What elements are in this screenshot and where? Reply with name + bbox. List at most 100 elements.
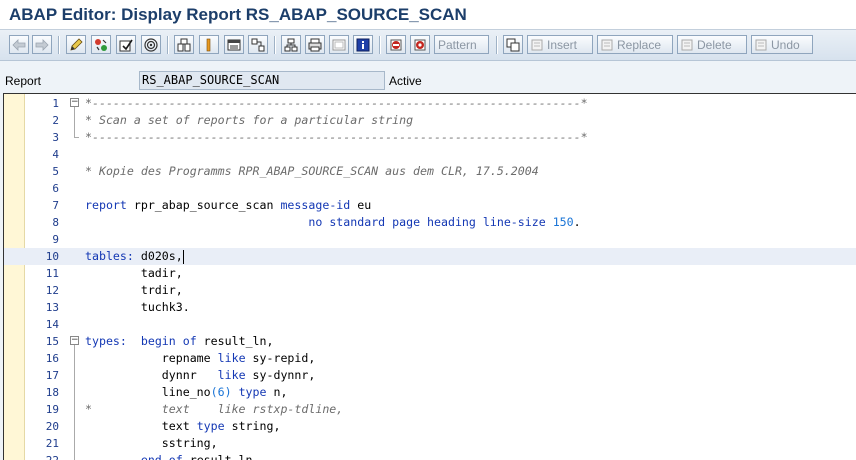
help-info-icon[interactable] — [353, 35, 373, 54]
code-token: types: — [85, 334, 127, 348]
line-number: 6 — [52, 182, 59, 195]
code-editor[interactable]: 1 *--------------------------------------… — [3, 93, 856, 460]
code-text[interactable]: trdir, — [85, 282, 183, 299]
where-used-icon[interactable] — [199, 35, 219, 54]
replace-button[interactable]: Replace — [597, 35, 673, 54]
code-line[interactable]: 1 *--------------------------------------… — [4, 95, 856, 112]
line-number: 9 — [52, 233, 59, 246]
code-text[interactable]: sstring, — [85, 435, 218, 452]
print-icon[interactable] — [305, 35, 325, 54]
fold-toggle-icon[interactable]: − — [70, 336, 79, 345]
code-line[interactable]: 18 line_no(6) type n, — [4, 384, 856, 401]
delete-icon — [681, 39, 693, 50]
pattern-button[interactable]: Pattern — [434, 35, 489, 54]
code-line[interactable]: 21 sstring, — [4, 435, 856, 452]
code-line[interactable]: 7 report rpr_abap_source_scan message-id … — [4, 197, 856, 214]
application-toolbar: Pattern Insert Replace Delete Undo — [0, 30, 856, 61]
code-token: report — [85, 198, 127, 212]
code-text[interactable]: * Kopie des Programms RPR_ABAP_SOURCE_SC… — [85, 163, 539, 180]
code-line[interactable]: 12 trdir, — [4, 282, 856, 299]
frame-icon[interactable] — [329, 35, 349, 54]
forward-arrow-icon[interactable] — [32, 35, 52, 54]
code-token: result_ln, — [196, 334, 274, 348]
navigation-icon[interactable] — [281, 35, 301, 54]
code-token: n, — [266, 385, 288, 399]
code-token: no standard page heading line-size — [308, 215, 546, 229]
info-icon[interactable] — [224, 35, 244, 54]
code-line[interactable]: 16 repname like sy-repid, — [4, 350, 856, 367]
line-number: 4 — [52, 148, 59, 161]
code-token: *---------------------------------------… — [85, 130, 588, 144]
code-line[interactable]: 15 types: begin of result_ln, — [4, 333, 856, 350]
breakpoint-icon[interactable] — [386, 35, 406, 54]
code-line[interactable]: 22 end of result_ln. — [4, 452, 856, 460]
line-number: 20 — [45, 420, 59, 433]
fold-guide-end — [74, 137, 79, 138]
line-number: 18 — [45, 386, 59, 399]
code-token: dynnr — [85, 368, 218, 382]
object-list-icon[interactable] — [248, 35, 268, 54]
activate-icon[interactable] — [141, 35, 161, 54]
pretty-printer-icon[interactable] — [503, 35, 523, 54]
code-text[interactable]: no standard page heading line-size 150. — [85, 214, 580, 231]
test-icon[interactable] — [174, 35, 194, 54]
code-line[interactable]: 17 dynnr like sy-dynnr, — [4, 367, 856, 384]
code-token: end of — [140, 453, 183, 460]
code-text[interactable]: tadir, — [85, 265, 183, 282]
back-arrow-icon[interactable] — [9, 35, 29, 54]
code-text[interactable]: *---------------------------------------… — [85, 95, 588, 112]
code-token: sy-dynnr, — [245, 368, 316, 382]
code-text[interactable]: dynnr like sy-dynnr, — [85, 367, 316, 384]
code-line[interactable]: 20 text type string, — [4, 418, 856, 435]
code-line[interactable]: 2 * Scan a set of reports for a particula… — [4, 112, 856, 129]
window-title: ABAP Editor: Display Report RS_ABAP_SOUR… — [9, 5, 467, 24]
display-change-icon[interactable] — [91, 35, 111, 54]
code-line[interactable]: 3 *--------------------------------------… — [4, 129, 856, 146]
code-token: message-id — [280, 198, 351, 212]
edit-pencil-icon[interactable] — [66, 35, 86, 54]
report-name-field[interactable]: RS_ABAP_SOURCE_SCAN — [139, 71, 385, 90]
insert-button[interactable]: Insert — [527, 35, 593, 54]
line-number: 16 — [45, 352, 59, 365]
code-token: tables: — [85, 249, 134, 263]
code-text[interactable]: * text like rstxp-tdline, — [85, 401, 343, 418]
code-token: repname — [85, 351, 218, 365]
check-icon[interactable] — [116, 35, 136, 54]
code-text[interactable]: end of result_ln. — [85, 452, 260, 460]
fold-toggle-icon[interactable]: − — [70, 98, 79, 107]
code-line[interactable]: 9 — [4, 231, 856, 248]
code-line[interactable]: 8 no standard page heading line-size 150… — [4, 214, 856, 231]
external-breakpoint-icon[interactable] — [410, 35, 430, 54]
code-token: d020s, — [133, 249, 183, 263]
insert-button-label: Insert — [547, 37, 578, 52]
code-text[interactable]: types: begin of result_ln, — [85, 333, 273, 350]
code-line[interactable]: 4 — [4, 146, 856, 163]
line-number: 17 — [45, 369, 59, 382]
line-number: 22 — [25, 452, 59, 460]
code-text[interactable]: text type string, — [85, 418, 281, 435]
code-line[interactable]: 10 tables: d020s, — [4, 248, 856, 265]
code-line[interactable]: 19 * text like rstxp-tdline, — [4, 401, 856, 418]
code-line[interactable]: 13 tuchk3. — [4, 299, 856, 316]
undo-icon — [755, 39, 767, 50]
code-text[interactable]: line_no(6) type n, — [85, 384, 288, 401]
code-text[interactable]: *---------------------------------------… — [85, 129, 588, 146]
code-line[interactable]: 5 * Kopie des Programms RPR_ABAP_SOURCE_S… — [4, 163, 856, 180]
code-token: begin of — [140, 334, 197, 348]
code-text[interactable]: report rpr_abap_source_scan message-id e… — [85, 197, 371, 214]
line-number: 3 — [52, 131, 59, 144]
delete-button[interactable]: Delete — [677, 35, 747, 54]
line-number: 14 — [45, 318, 59, 331]
code-text[interactable]: tables: d020s, — [85, 248, 183, 265]
code-text[interactable]: * Scan a set of reports for a particular… — [85, 112, 413, 129]
code-line[interactable]: 14 — [4, 316, 856, 333]
code-text[interactable]: tuchk3. — [85, 299, 190, 316]
code-line[interactable]: 6 — [4, 180, 856, 197]
undo-button[interactable]: Undo — [751, 35, 813, 54]
undo-button-label: Undo — [771, 37, 800, 52]
code-text[interactable]: repname like sy-repid, — [85, 350, 316, 367]
replace-icon — [601, 39, 613, 50]
code-line[interactable]: 11 tadir, — [4, 265, 856, 282]
